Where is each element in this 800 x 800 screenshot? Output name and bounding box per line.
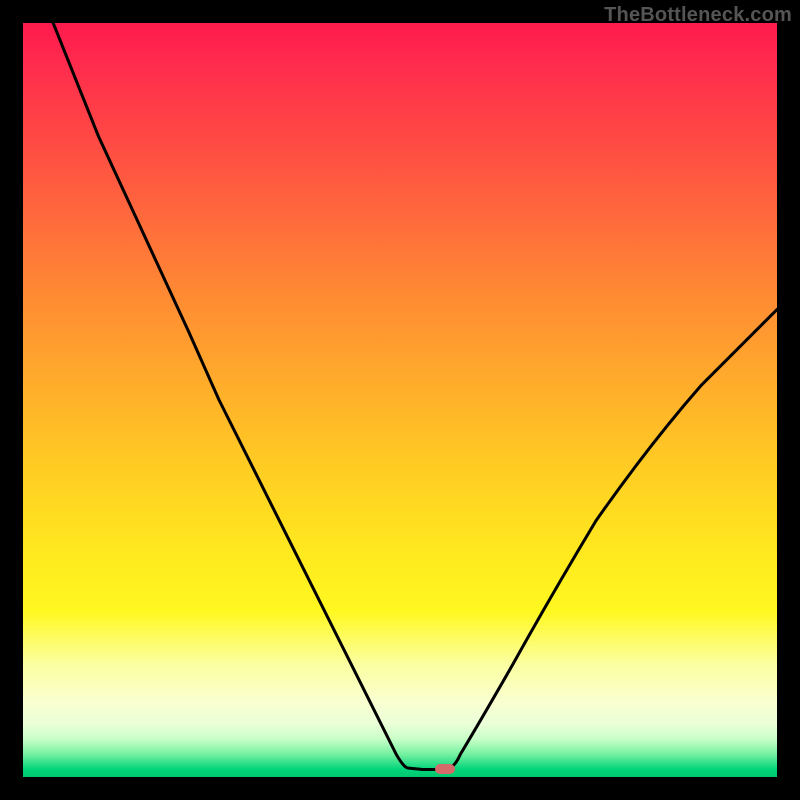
plot-area [23,23,777,777]
curve-path [53,23,777,769]
bottleneck-curve [23,23,777,777]
watermark-text: TheBottleneck.com [604,4,792,27]
chart-frame: TheBottleneck.com [0,0,800,800]
optimal-point-marker [435,764,455,774]
